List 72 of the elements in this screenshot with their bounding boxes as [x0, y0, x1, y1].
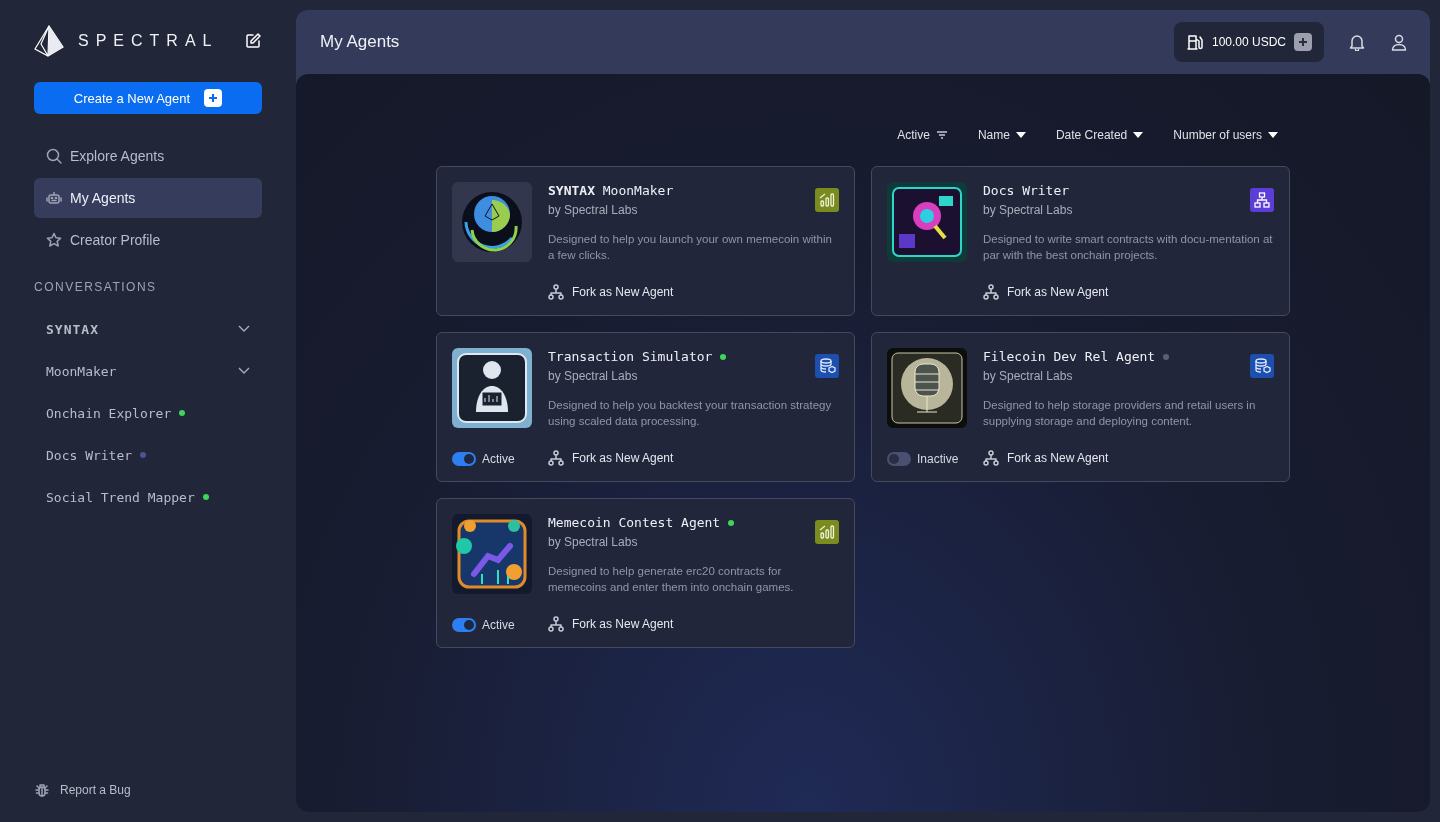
- database-icon: [1250, 354, 1274, 378]
- balance-amount: 100.00 USDC: [1211, 35, 1286, 49]
- database-icon: [815, 354, 839, 378]
- fork-agent-link[interactable]: Fork as New Agent: [548, 284, 674, 300]
- fork-icon: [983, 450, 999, 466]
- chevron-down-icon[interactable]: [238, 367, 250, 375]
- agent-description: Designed to help storage providers and retail users in supplying storage and deploying content.: [983, 398, 1257, 429]
- conversation-item[interactable]: SYNTAX: [46, 321, 99, 337]
- author-text: by Spectral Labs: [548, 535, 639, 549]
- section-heading: CONVERSATIONS: [34, 280, 158, 294]
- agent-title: Transaction Simulator: [548, 349, 713, 364]
- edit-icon[interactable]: [244, 32, 262, 50]
- agent-description: Designed to write smart contracts with docu-mentation at par with the best onchain projects.: [983, 232, 1274, 263]
- fork-agent-link[interactable]: Fork as New Agent: [983, 450, 1109, 466]
- conversation-item[interactable]: Docs Writer: [46, 447, 133, 463]
- balance-chip[interactable]: 100.00 USDC: [1173, 22, 1324, 62]
- fork-agent-link[interactable]: Fork as New Agent: [548, 616, 674, 632]
- author-text: by Spectral Labs: [548, 369, 639, 383]
- fork-icon: [548, 284, 564, 300]
- search-icon: [46, 148, 62, 164]
- filter-lines-icon: [935, 130, 948, 140]
- bell-icon[interactable]: [1348, 33, 1366, 51]
- robot-icon: [46, 190, 62, 206]
- nav-item[interactable]: Explore Agents: [34, 136, 262, 176]
- agent-title: Docs Writer: [983, 183, 1070, 198]
- conversation-item[interactable]: Social Trend Mapper: [46, 489, 195, 505]
- agent-description: Designed to help generate erc20 contracts for memecoins and enter them into onchain games.: [548, 564, 795, 595]
- logo-wordmark: SPECTRAL: [78, 32, 219, 50]
- chart-icon: [815, 188, 839, 212]
- author-text: by Spectral Labs: [548, 203, 639, 217]
- agent-title: Filecoin Dev Rel Agent: [983, 349, 1156, 364]
- fuel-pump-icon: [1185, 33, 1204, 51]
- agent-description: Designed to help you launch your own memecoin within a few clicks.: [548, 232, 833, 263]
- plus-icon: [1294, 33, 1312, 51]
- toggle-label: Active: [482, 618, 515, 632]
- caret-down-icon: [1133, 132, 1144, 138]
- chevron-down-icon[interactable]: [238, 325, 250, 333]
- author-text: by Spectral Labs: [983, 203, 1074, 217]
- toggle-switch[interactable]: [887, 452, 911, 466]
- nav-item[interactable]: My Agents: [34, 178, 262, 218]
- filter-dropdown[interactable]: Active: [897, 126, 948, 144]
- report-bug-link[interactable]: Report a Bug: [34, 782, 131, 798]
- filter-dropdown[interactable]: Number of users: [1173, 126, 1278, 144]
- create-agent-button[interactable]: Create a New Agent: [34, 82, 262, 114]
- toggle-label: Active: [482, 452, 515, 466]
- nav-item[interactable]: Creator Profile: [34, 220, 262, 260]
- toggle-switch[interactable]: [452, 452, 476, 466]
- caret-down-icon: [1268, 132, 1278, 138]
- agent-description: Designed to help you backtest your transaction strategy using scaled data processing.: [548, 398, 833, 429]
- agent-title: Memecoin Contest Agent: [548, 515, 721, 530]
- caret-down-icon: [1015, 132, 1026, 138]
- user-icon[interactable]: [1390, 33, 1408, 51]
- fork-icon: [983, 284, 999, 300]
- plus-icon: [204, 89, 223, 107]
- fork-agent-link[interactable]: Fork as New Agent: [548, 450, 674, 466]
- fork-icon: [548, 450, 564, 466]
- fork-icon: [548, 616, 564, 632]
- toggle-switch[interactable]: [452, 618, 476, 632]
- fork-agent-link[interactable]: Fork as New Agent: [983, 284, 1109, 300]
- conversation-item[interactable]: Onchain Explorer: [46, 405, 172, 421]
- toggle-label: Inactive: [917, 452, 959, 466]
- conversation-item[interactable]: MoonMaker: [46, 363, 117, 379]
- chart-icon: [815, 520, 839, 544]
- author-text: by Spectral Labs: [983, 369, 1074, 383]
- agent-title: SYNTAX MoonMaker: [548, 183, 674, 198]
- hierarchy-icon: [1250, 188, 1274, 212]
- filter-dropdown[interactable]: Name: [977, 126, 1026, 144]
- star-icon: [46, 232, 62, 248]
- filter-dropdown[interactable]: Date Created: [1055, 126, 1144, 144]
- prism-logo-icon: [34, 25, 64, 57]
- page-title: My Agents: [320, 32, 400, 52]
- bug-icon: [34, 782, 50, 798]
